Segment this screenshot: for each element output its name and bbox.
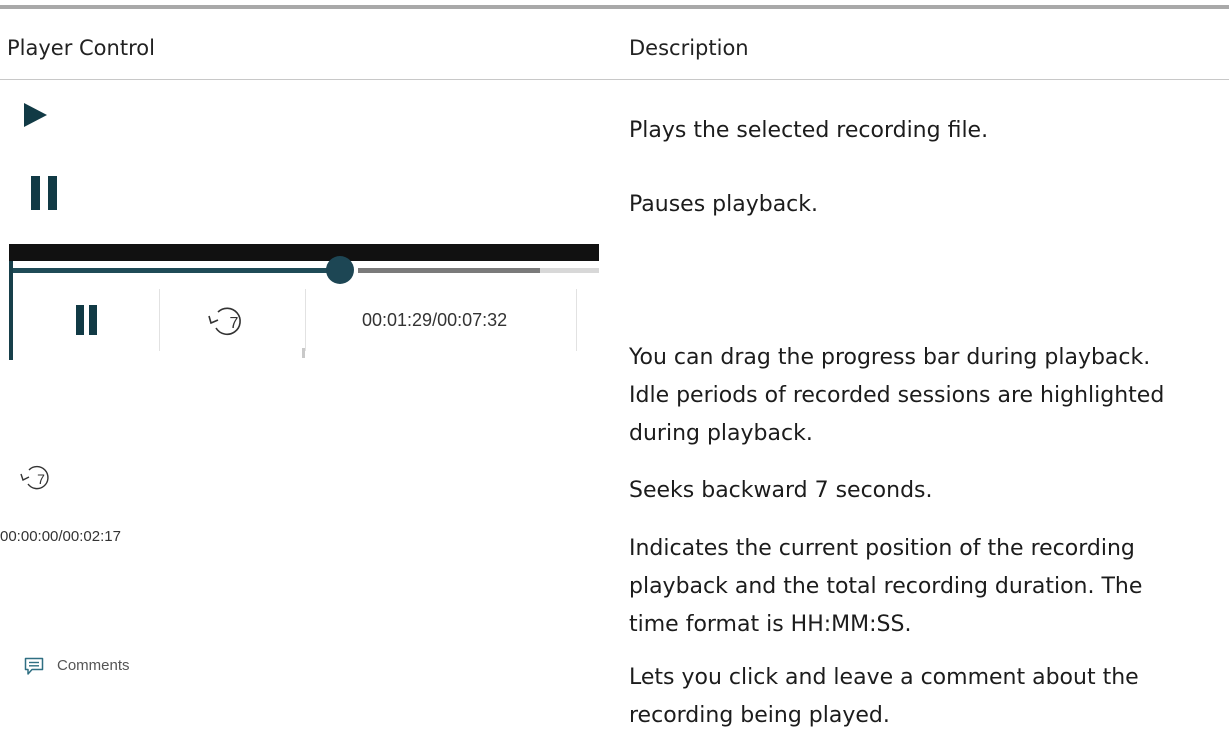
player-rewind-number: 7 bbox=[230, 315, 239, 332]
rewind-number: 7 bbox=[37, 471, 45, 487]
seek-description: Seeks backward 7 seconds. bbox=[629, 478, 933, 503]
play-description: Plays the selected recording file. bbox=[629, 118, 989, 143]
player-drag-indicator bbox=[302, 348, 305, 358]
progress-bar-description: You can drag the progress bar during pla… bbox=[629, 339, 1164, 453]
description-line: Indicates the current position of the re… bbox=[629, 536, 1135, 561]
header-description: Description bbox=[629, 36, 749, 60]
progress-bar-remaining[interactable] bbox=[540, 268, 599, 273]
player-time-display: 00:01:29/00:07:32 bbox=[362, 310, 508, 330]
description-line: during playback. bbox=[629, 421, 813, 446]
play-icon[interactable] bbox=[22, 102, 48, 128]
comments-description: Lets you click and leave a comment about… bbox=[629, 659, 1139, 735]
time-description: Indicates the current position of the re… bbox=[629, 530, 1142, 644]
comment-icon[interactable] bbox=[24, 657, 44, 676]
table-top-border bbox=[0, 5, 1229, 9]
description-line: You can drag the progress bar during pla… bbox=[629, 345, 1151, 370]
description-line: playback and the total recording duratio… bbox=[629, 574, 1143, 599]
description-line: recording being played. bbox=[629, 703, 890, 728]
description-line: Lets you click and leave a comment about… bbox=[629, 665, 1139, 690]
player-divider bbox=[159, 289, 160, 351]
player-left-edge bbox=[9, 261, 13, 360]
header-divider bbox=[0, 79, 1229, 80]
player-pause-icon[interactable] bbox=[76, 305, 98, 335]
progress-bar-played[interactable] bbox=[13, 268, 340, 273]
player-top-bar bbox=[9, 244, 599, 261]
description-line: Idle periods of recorded sessions are hi… bbox=[629, 383, 1165, 408]
header-player-control: Player Control bbox=[7, 36, 155, 60]
rewind-7-icon[interactable]: 7 bbox=[20, 464, 60, 494]
player-divider bbox=[305, 289, 306, 351]
pause-icon[interactable] bbox=[30, 176, 60, 210]
player-control-bar: 7 00:01:29/00:07:32 bbox=[9, 244, 599, 360]
progress-bar-buffered[interactable] bbox=[358, 268, 540, 273]
progress-bar-handle[interactable] bbox=[326, 256, 354, 284]
player-divider bbox=[576, 289, 577, 351]
player-rewind-7-icon[interactable]: 7 bbox=[207, 305, 259, 339]
pause-description: Pauses playback. bbox=[629, 192, 819, 217]
comments-label[interactable]: Comments bbox=[57, 657, 130, 674]
time-display: 00:00:00/00:02:17 bbox=[0, 528, 121, 545]
description-line: time format is HH:MM:SS. bbox=[629, 612, 912, 637]
